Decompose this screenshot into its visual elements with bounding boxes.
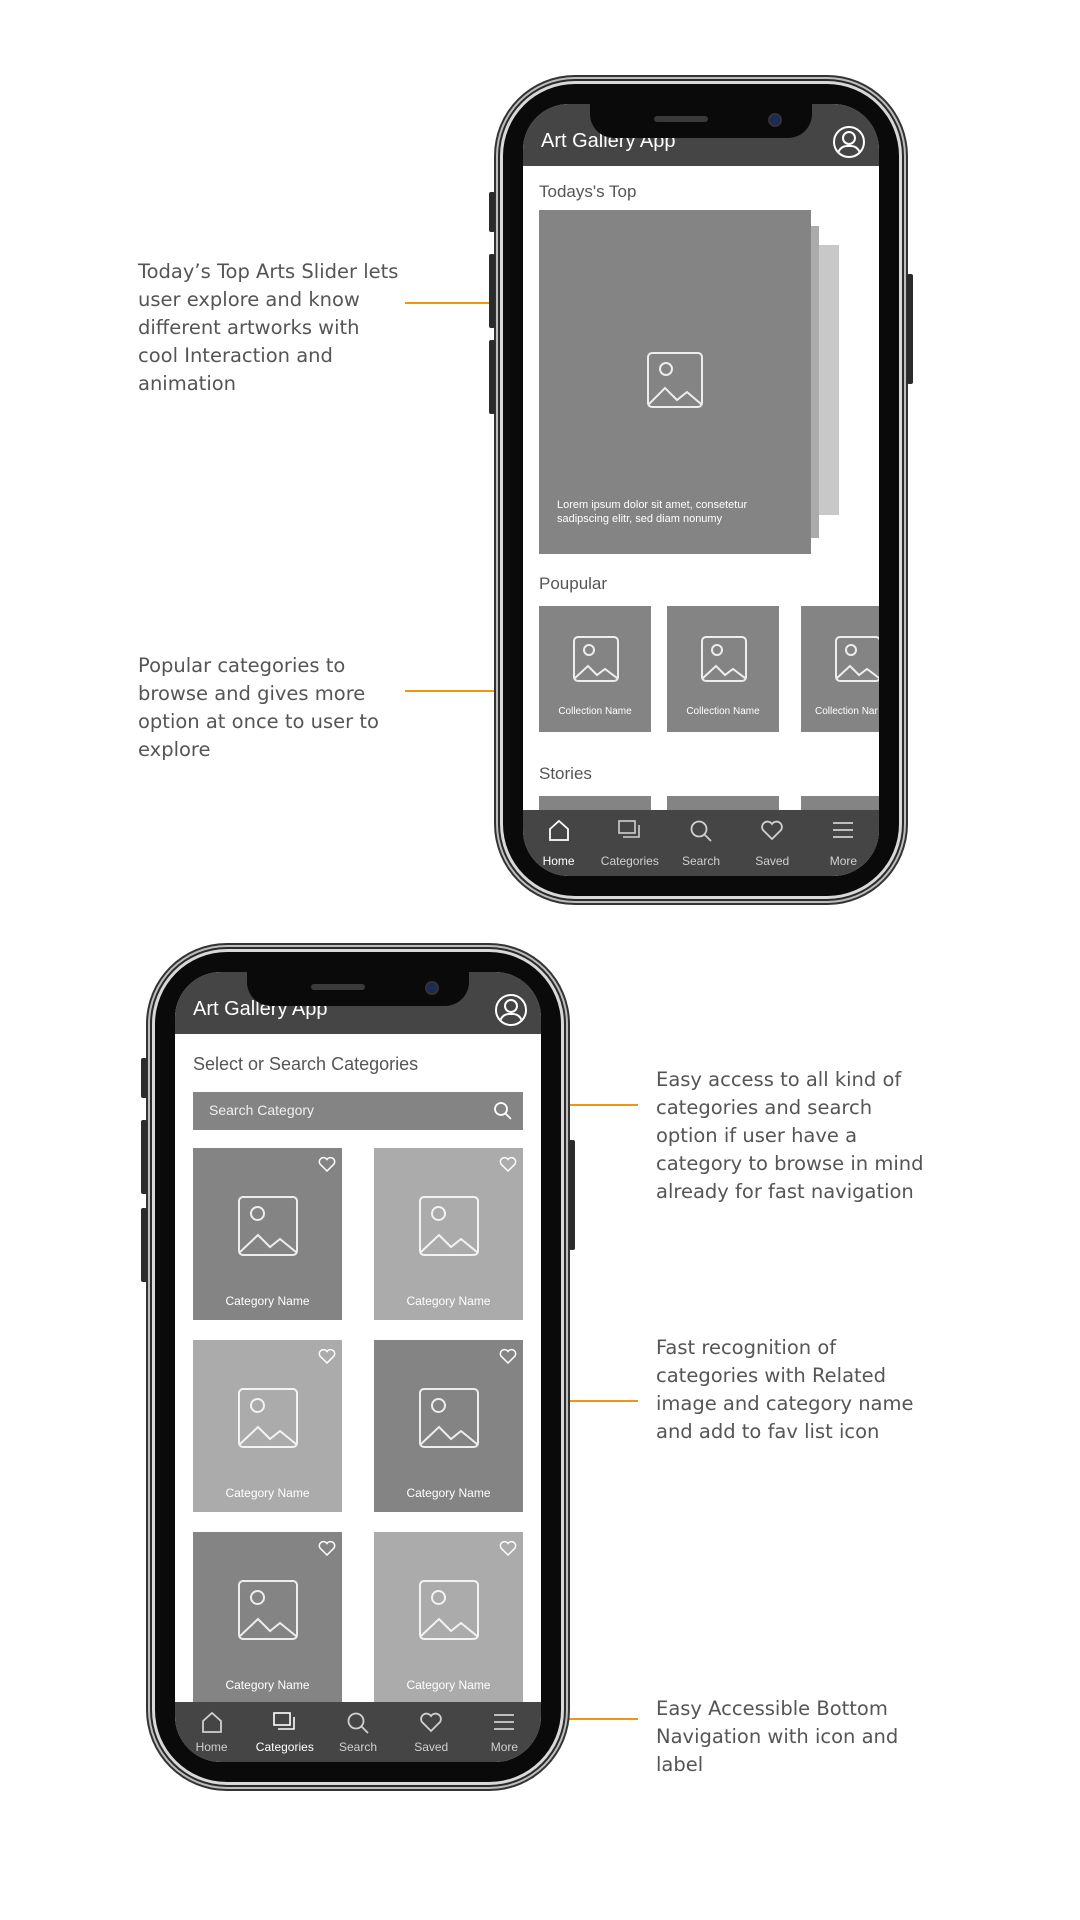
- search-icon: [690, 820, 712, 842]
- annotation-top-slider: Today’s Top Arts Slider lets user explor…: [138, 260, 399, 395]
- side-button: [141, 1120, 147, 1194]
- category-tile[interactable]: Category Name: [374, 1148, 523, 1320]
- nav-search[interactable]: Search: [321, 1702, 394, 1762]
- categories-screen: Art Gallery App Select or Search Categor…: [175, 972, 541, 1762]
- categories-icon: [272, 1712, 295, 1730]
- search-icon: [347, 1712, 369, 1734]
- image-placeholder-icon: [238, 1580, 298, 1640]
- home-icon: [201, 1711, 222, 1733]
- side-button: [569, 1140, 575, 1250]
- side-button: [141, 1208, 147, 1282]
- image-placeholder-icon: [701, 636, 747, 682]
- favorite-heart-icon[interactable]: [499, 1348, 517, 1364]
- category-name: Category Name: [225, 1294, 310, 1308]
- image-placeholder-icon: [419, 1196, 479, 1256]
- nav-label: Search: [338, 1740, 378, 1754]
- home-icon: [548, 819, 569, 841]
- annotation-search: Easy access to all kind of categories an…: [656, 1068, 924, 1203]
- bottom-navigation: Home Categories Search Saved More: [175, 1702, 541, 1762]
- annotation-popular: Popular categories to browse and gives m…: [138, 654, 379, 761]
- menu-icon: [494, 1714, 515, 1730]
- nav-label: Categories: [255, 1740, 314, 1754]
- collection-name: Collection Name: [686, 706, 760, 717]
- category-name: Category Name: [406, 1294, 491, 1308]
- categories-heading: Select or Search Categories: [193, 1054, 419, 1074]
- favorite-heart-icon[interactable]: [499, 1540, 517, 1556]
- search-category-input[interactable]: Search Category: [193, 1092, 523, 1130]
- side-button: [489, 192, 495, 232]
- notch: [247, 972, 469, 1006]
- heart-icon: [761, 820, 783, 841]
- category-name: Category Name: [225, 1678, 310, 1692]
- favorite-heart-icon[interactable]: [318, 1348, 336, 1364]
- nav-saved[interactable]: Saved: [395, 1702, 468, 1762]
- collection-card[interactable]: Collection Name: [539, 606, 651, 732]
- stories-label: Stories: [539, 764, 592, 783]
- collection-name: Collection Nar: [815, 706, 878, 717]
- nav-label: Saved: [755, 854, 790, 868]
- side-button: [141, 1058, 147, 1098]
- image-placeholder-icon: [238, 1388, 298, 1448]
- collection-name: Collection Name: [558, 706, 632, 717]
- side-button: [489, 340, 495, 414]
- search-icon[interactable]: [493, 1101, 513, 1121]
- collection-card[interactable]: Collection Name: [667, 606, 779, 732]
- categories-icon: [617, 820, 640, 838]
- nav-label: More: [490, 1740, 519, 1754]
- slide-caption: Lorem ipsum dolor sit amet, consetetur s…: [557, 499, 748, 525]
- nav-categories[interactable]: Categories: [248, 1702, 321, 1762]
- favorite-heart-icon[interactable]: [318, 1156, 336, 1172]
- category-name: Category Name: [406, 1678, 491, 1692]
- nav-search[interactable]: Search: [665, 810, 736, 876]
- top-art-slide[interactable]: Lorem ipsum dolor sit amet, consetetur s…: [539, 210, 811, 554]
- nav-label: Home: [195, 1740, 228, 1754]
- nav-label: Saved: [414, 1740, 449, 1754]
- favorite-heart-icon[interactable]: [499, 1156, 517, 1172]
- nav-saved[interactable]: Saved: [737, 810, 808, 876]
- collection-card[interactable]: Collection Nar: [801, 606, 879, 732]
- nav-label: Home: [542, 854, 575, 868]
- bottom-navigation: Home Categories Search Saved More: [523, 810, 879, 876]
- nav-label: Search: [681, 854, 721, 868]
- category-name: Category Name: [225, 1486, 310, 1500]
- image-placeholder-icon: [835, 636, 879, 682]
- nav-label: Categories: [600, 854, 659, 868]
- image-placeholder-icon: [573, 636, 619, 682]
- category-name: Category Name: [406, 1486, 491, 1500]
- annotation-recognition: Fast recognition of categories with Rela…: [656, 1336, 914, 1443]
- profile-icon[interactable]: [833, 126, 865, 158]
- image-placeholder-icon: [238, 1196, 298, 1256]
- profile-icon[interactable]: [495, 994, 527, 1026]
- category-tile[interactable]: Category Name: [374, 1340, 523, 1512]
- favorite-heart-icon[interactable]: [318, 1540, 336, 1556]
- nav-home[interactable]: Home: [523, 810, 594, 876]
- image-placeholder-icon: [419, 1580, 479, 1640]
- nav-home[interactable]: Home: [175, 1702, 248, 1762]
- todays-top-label: Todays's Top: [539, 182, 637, 201]
- nav-label: More: [829, 854, 858, 868]
- menu-icon: [833, 822, 854, 838]
- popular-label: Poupular: [539, 574, 608, 593]
- category-tile[interactable]: Category Name: [193, 1532, 342, 1704]
- nav-categories[interactable]: Categories: [594, 810, 665, 876]
- annotation-bottom-nav: Easy Accessible Bottom Navigation with i…: [656, 1697, 899, 1776]
- notch: [590, 104, 812, 138]
- nav-more[interactable]: More: [808, 810, 879, 876]
- search-placeholder: Search Category: [209, 1102, 315, 1118]
- category-tile[interactable]: Category Name: [374, 1532, 523, 1704]
- phone-frame-home: Art Gallery App Todays's Top Lorem ipsum…: [489, 84, 913, 896]
- heart-icon: [420, 1712, 442, 1733]
- side-button: [489, 254, 495, 328]
- image-placeholder-icon: [647, 352, 703, 408]
- category-tile[interactable]: Category Name: [193, 1340, 342, 1512]
- category-tile[interactable]: Category Name: [193, 1148, 342, 1320]
- side-button: [907, 274, 913, 384]
- phone-frame-categories: Art Gallery App Select or Search Categor…: [141, 952, 575, 1782]
- home-screen: Art Gallery App Todays's Top Lorem ipsum…: [523, 104, 879, 876]
- image-placeholder-icon: [419, 1388, 479, 1448]
- nav-more[interactable]: More: [468, 1702, 541, 1762]
